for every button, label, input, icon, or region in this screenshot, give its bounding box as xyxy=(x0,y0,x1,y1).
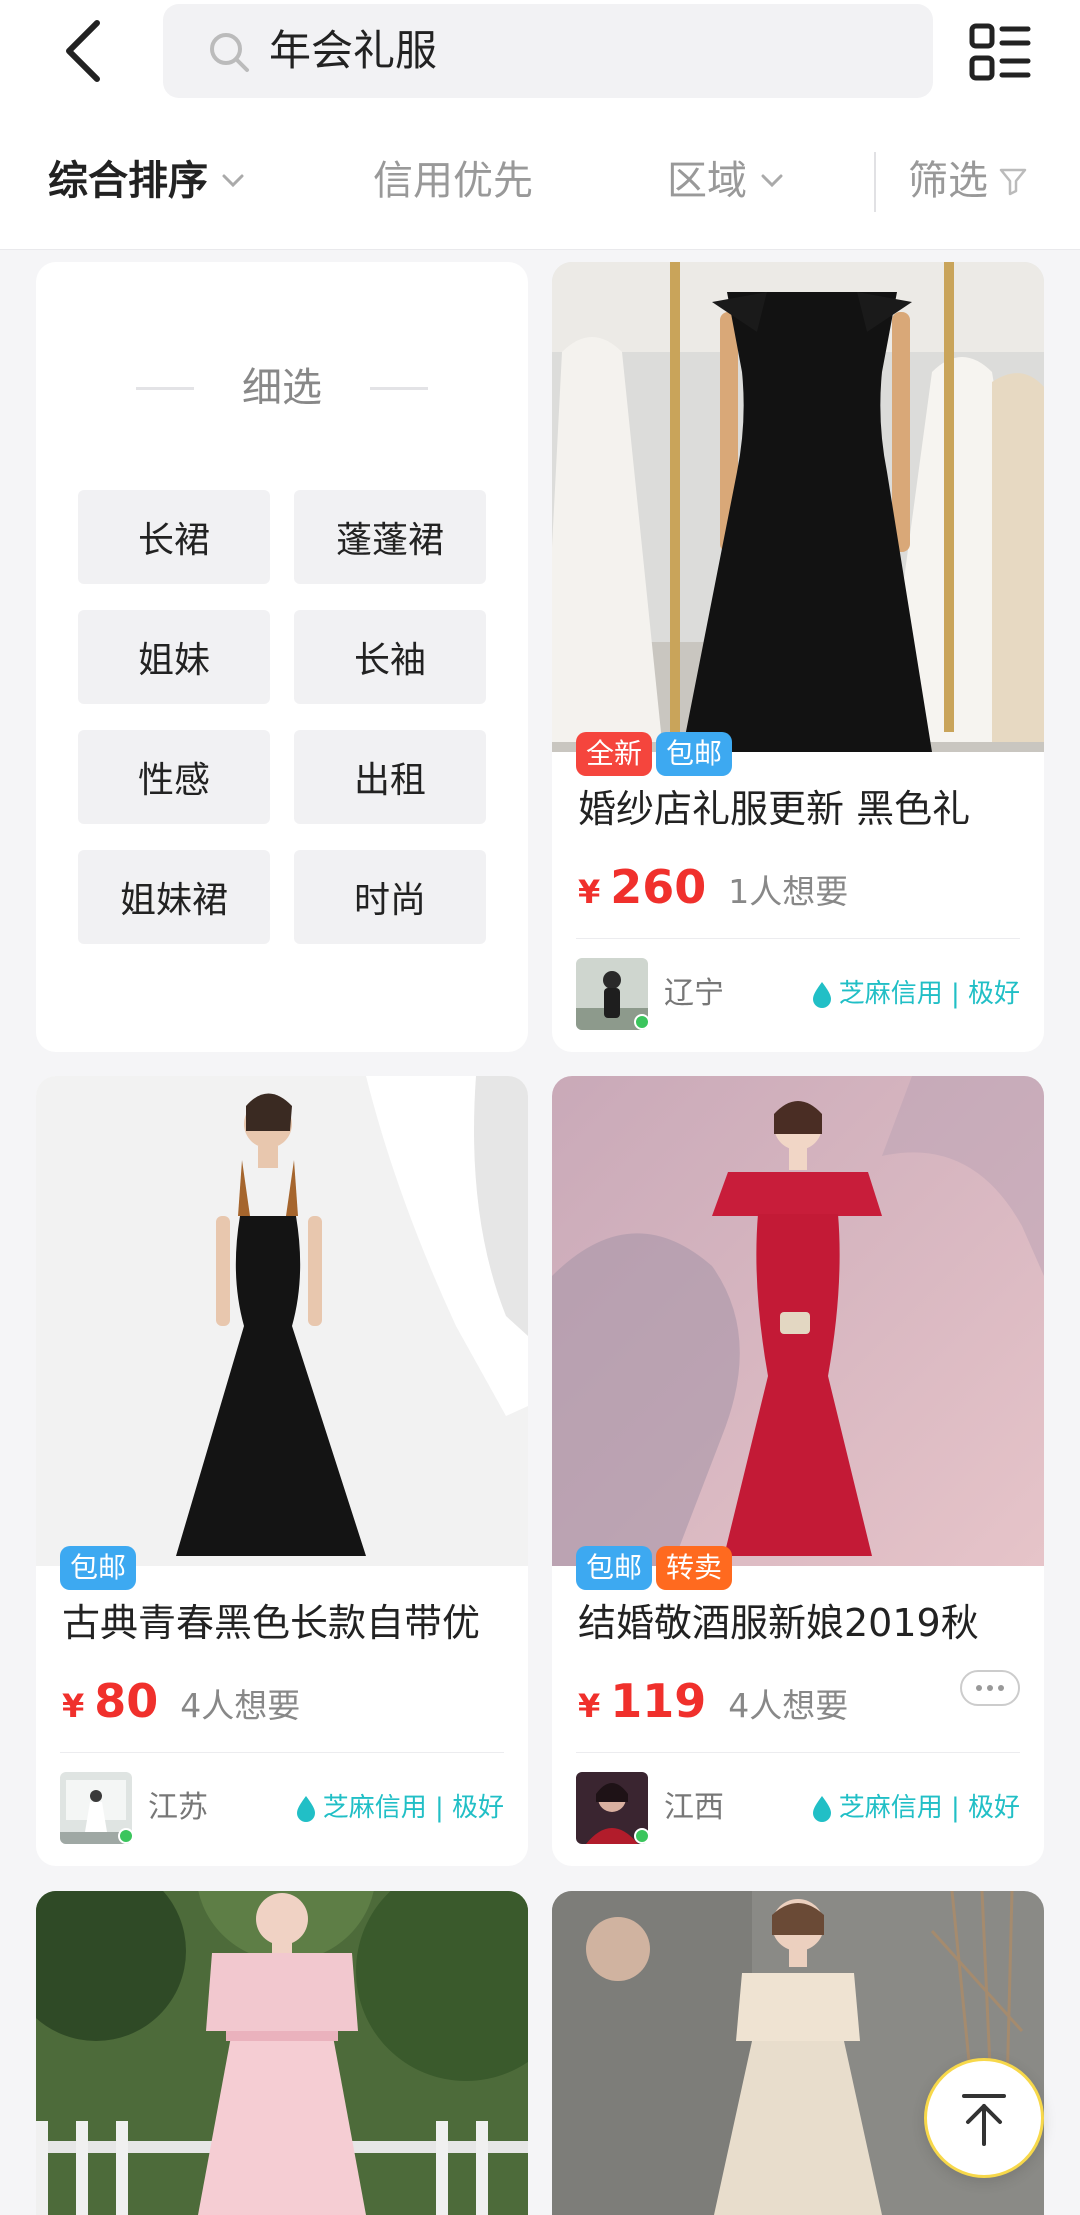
product-price: ¥ 119 4人想要 xyxy=(578,1674,848,1728)
refine-card: 细选 长裙 蓬蓬裙 姐妹 长袖 性感 出租 姐妹裙 时尚 xyxy=(36,262,528,1052)
refine-tag[interactable]: 姐妹裙 xyxy=(78,850,270,944)
refine-tag[interactable]: 姐妹 xyxy=(78,610,270,704)
seller-region: 辽宁 xyxy=(664,976,724,1011)
sort-credit-first[interactable]: 信用优先 xyxy=(373,156,533,206)
divider xyxy=(576,938,1020,939)
more-dots-icon xyxy=(998,1685,1004,1691)
sort-comprehensive-label: 综合排序 xyxy=(48,158,208,204)
badge-resale: 转卖 xyxy=(656,1546,733,1590)
sort-comprehensive[interactable]: 综合排序 xyxy=(48,156,246,206)
price-value: 260 xyxy=(610,860,707,914)
badge-free-shipping: 包邮 xyxy=(576,1546,653,1590)
want-count: 4人想要 xyxy=(728,1686,849,1725)
want-count: 4人想要 xyxy=(180,1686,301,1725)
product-image[interactable] xyxy=(552,1076,1044,1566)
refine-header: 细选 xyxy=(36,360,528,416)
sort-filter-label: 筛选 xyxy=(908,158,988,204)
search-icon xyxy=(210,33,249,72)
more-dots-icon xyxy=(987,1685,993,1691)
want-count: 1人想要 xyxy=(728,872,849,911)
product-card[interactable]: 全新 包邮 婚纱店礼服更新 黑色礼 ¥ 260 1人想要 辽宁 芝麻信用 | 极… xyxy=(552,262,1044,1052)
product-badges: 包邮 xyxy=(60,1546,137,1590)
price-value: 80 xyxy=(94,1674,159,1728)
sesame-drop-icon xyxy=(296,1796,315,1822)
online-status-dot xyxy=(118,1828,134,1844)
online-status-dot xyxy=(634,1828,650,1844)
credit-badge: 芝麻信用 | 极好 xyxy=(295,1786,504,1830)
product-badges: 全新 包邮 xyxy=(576,732,733,776)
price-currency: ¥ xyxy=(578,873,601,911)
credit-badge: 芝麻信用 | 极好 xyxy=(811,972,1020,1016)
divider xyxy=(60,1752,504,1753)
product-image[interactable] xyxy=(36,1076,528,1566)
back-arrow-icon xyxy=(66,20,100,82)
online-status-dot xyxy=(634,1014,650,1030)
credit-text: 芝麻信用 | 极好 xyxy=(838,1793,1020,1823)
product-card[interactable]: 包邮 古典青春黑色长款自带优 ¥ 80 4人想要 江苏 芝麻信用 | 极好 xyxy=(36,1076,528,1866)
sort-credit-first-label: 信用优先 xyxy=(373,158,533,204)
badge-free-shipping: 包邮 xyxy=(656,732,733,776)
refine-tag[interactable]: 长袖 xyxy=(294,610,486,704)
back-to-top-icon xyxy=(962,2094,1006,2146)
credit-text: 芝麻信用 | 极好 xyxy=(322,1793,504,1823)
badge-new: 全新 xyxy=(576,732,653,776)
product-title: 古典青春黑色长款自带优 xyxy=(62,1601,481,1645)
product-card[interactable]: 包邮 转卖 结婚敬酒服新娘2019秋 ¥ 119 4人想要 江西 芝麻信用 | … xyxy=(552,1076,1044,1866)
chevron-down-icon xyxy=(761,174,783,188)
price-currency: ¥ xyxy=(578,1687,601,1725)
refine-tag[interactable]: 出租 xyxy=(294,730,486,824)
more-options-button[interactable] xyxy=(960,1670,1020,1706)
sort-divider xyxy=(874,152,876,212)
product-badges: 包邮 转卖 xyxy=(576,1546,733,1590)
refine-tag[interactable]: 长裙 xyxy=(78,490,270,584)
back-to-top-button[interactable] xyxy=(924,2058,1044,2178)
price-value: 119 xyxy=(610,1674,707,1728)
product-card[interactable] xyxy=(36,1891,528,2215)
top-bar: 年会礼服 xyxy=(0,0,1080,110)
badge-free-shipping: 包邮 xyxy=(60,1546,137,1590)
product-image[interactable] xyxy=(36,1891,528,2215)
refine-tag[interactable]: 蓬蓬裙 xyxy=(294,490,486,584)
seller-region: 江西 xyxy=(664,1790,724,1825)
credit-badge: 芝麻信用 | 极好 xyxy=(811,1786,1020,1830)
divider xyxy=(370,386,428,390)
refine-title: 细选 xyxy=(242,365,322,411)
refine-tag[interactable]: 性感 xyxy=(78,730,270,824)
sesame-drop-icon xyxy=(812,1796,831,1822)
divider xyxy=(576,1752,1020,1753)
sort-bar: 综合排序 信用优先 区域 筛选 xyxy=(0,110,1080,250)
seller-region: 江苏 xyxy=(148,1790,208,1825)
layout-toggle-button[interactable] xyxy=(968,20,1032,84)
chevron-down-icon xyxy=(222,174,244,188)
refine-tag[interactable]: 时尚 xyxy=(294,850,486,944)
more-dots-icon xyxy=(976,1685,982,1691)
sort-region[interactable]: 区域 xyxy=(667,156,785,206)
sort-region-label: 区域 xyxy=(667,158,747,204)
layout-grid-icon xyxy=(969,23,1031,81)
product-title: 婚纱店礼服更新 黑色礼 xyxy=(578,787,971,831)
search-query: 年会礼服 xyxy=(269,26,438,75)
credit-text: 芝麻信用 | 极好 xyxy=(838,979,1020,1009)
divider xyxy=(136,386,194,390)
price-currency: ¥ xyxy=(62,1687,85,1725)
product-title: 结婚敬酒服新娘2019秋 xyxy=(578,1601,979,1645)
sort-filter[interactable]: 筛选 xyxy=(908,156,1028,206)
filter-funnel-icon xyxy=(999,168,1027,196)
search-input[interactable]: 年会礼服 xyxy=(163,4,933,98)
product-price: ¥ 260 1人想要 xyxy=(578,860,848,914)
product-image[interactable] xyxy=(552,262,1044,752)
back-button[interactable] xyxy=(48,16,118,86)
product-price: ¥ 80 4人想要 xyxy=(62,1674,300,1728)
sesame-drop-icon xyxy=(812,982,831,1008)
